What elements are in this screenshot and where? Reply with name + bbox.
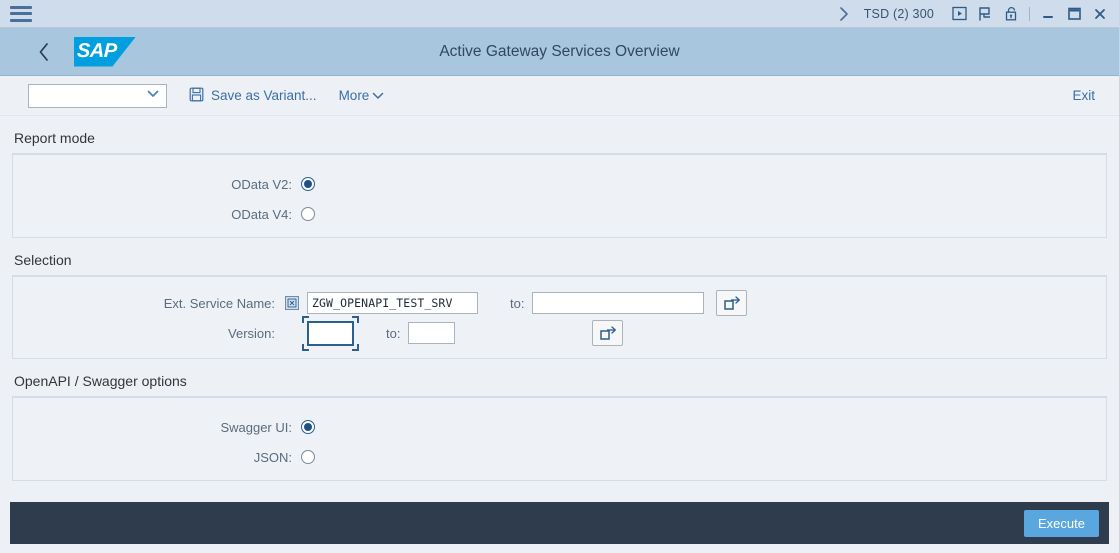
selection-panel: Ext. Service Name: ZGW_OPENAPI_TEST_SRV …: [12, 275, 1107, 359]
toolbar-divider: [1029, 6, 1030, 21]
exit-button[interactable]: Exit: [1072, 88, 1103, 103]
chevron-down-icon: [147, 90, 159, 101]
save-as-variant-label: Save as Variant...: [211, 88, 317, 103]
multi-select-arrow-icon[interactable]: [592, 320, 624, 346]
maximize-icon[interactable]: [1061, 1, 1087, 27]
radio-json[interactable]: [301, 450, 315, 464]
hamburger-icon[interactable]: [10, 5, 32, 22]
more-menu-button[interactable]: More: [339, 88, 385, 103]
window-title-bar: TSD (2) 300: [0, 0, 1119, 28]
odata-v2-label: OData V2:: [231, 176, 292, 192]
odata-v4-label: OData V4:: [231, 206, 292, 222]
multiple-selection-icon[interactable]: [285, 296, 299, 310]
version-input-focus-wrapper: [302, 315, 359, 351]
sap-gui-window: TSD (2) 300 SAP Active Gateway Services …: [0, 0, 1119, 553]
multi-select-arrow-icon[interactable]: [716, 290, 748, 316]
version-to-input[interactable]: [408, 322, 456, 344]
version-icon-placeholder: [285, 326, 299, 340]
radio-row-odata-v4: OData V4:: [13, 199, 1106, 229]
system-info-label: TSD (2) 300: [863, 6, 934, 21]
sap-logo-text: SAP: [76, 39, 118, 62]
ext-service-name-label: Ext. Service Name:: [163, 295, 275, 311]
back-button[interactable]: [26, 34, 62, 70]
version-label: Version:: [228, 325, 275, 341]
radio-row-json: JSON:: [13, 442, 1106, 472]
radio-odata-v2[interactable]: [301, 177, 315, 191]
sap-logo: SAP: [74, 36, 136, 67]
selection-screen: Report mode OData V2: OData V4: Selectio…: [0, 116, 1119, 502]
window-bar-actions: TSD (2) 300: [832, 1, 1113, 27]
chevron-right-icon[interactable]: [832, 1, 858, 27]
row-ext-service-name: Ext. Service Name: ZGW_OPENAPI_TEST_SRV …: [13, 288, 1106, 318]
footer-bar: Execute: [10, 502, 1109, 544]
swagger-ui-label: Swagger UI:: [220, 419, 292, 435]
radio-swagger-ui[interactable]: [301, 420, 315, 434]
minimize-icon[interactable]: [1035, 1, 1061, 27]
radio-row-odata-v2: OData V2:: [13, 169, 1106, 199]
swagger-options-panel: Swagger UI: JSON:: [12, 396, 1107, 481]
shell-bar: SAP Active Gateway Services Overview: [0, 28, 1119, 76]
version-to-label: to:: [386, 325, 401, 341]
application-toolbar: Save as Variant... More Exit: [0, 76, 1119, 116]
flag-p-icon[interactable]: [972, 1, 998, 27]
swagger-options-title: OpenAPI / Swagger options: [14, 373, 187, 389]
radio-odata-v4[interactable]: [301, 207, 315, 221]
save-floppy-icon: [189, 87, 204, 105]
execute-button[interactable]: Execute: [1024, 509, 1099, 537]
close-icon[interactable]: [1087, 1, 1113, 27]
row-version: Version: to:: [13, 315, 1106, 351]
more-menu-label: More: [338, 88, 370, 103]
unlock-icon[interactable]: [998, 1, 1024, 27]
ext-service-name-input[interactable]: ZGW_OPENAPI_TEST_SRV: [307, 292, 478, 314]
json-label: JSON:: [253, 449, 292, 465]
version-input[interactable]: [307, 320, 354, 346]
selection-title: Selection: [14, 252, 72, 268]
radio-row-swagger-ui: Swagger UI:: [13, 412, 1106, 442]
chevron-down-icon: [372, 88, 384, 103]
ext-service-name-to-input[interactable]: [532, 292, 705, 314]
save-as-variant-button[interactable]: Save as Variant...: [189, 87, 317, 105]
ext-service-name-to-label: to:: [510, 295, 525, 311]
page-title: Active Gateway Services Overview: [439, 42, 680, 60]
variant-select[interactable]: [28, 83, 167, 108]
report-mode-panel: OData V2: OData V4:: [12, 153, 1107, 238]
report-mode-title: Report mode: [14, 130, 95, 146]
play-box-icon[interactable]: [946, 1, 972, 27]
